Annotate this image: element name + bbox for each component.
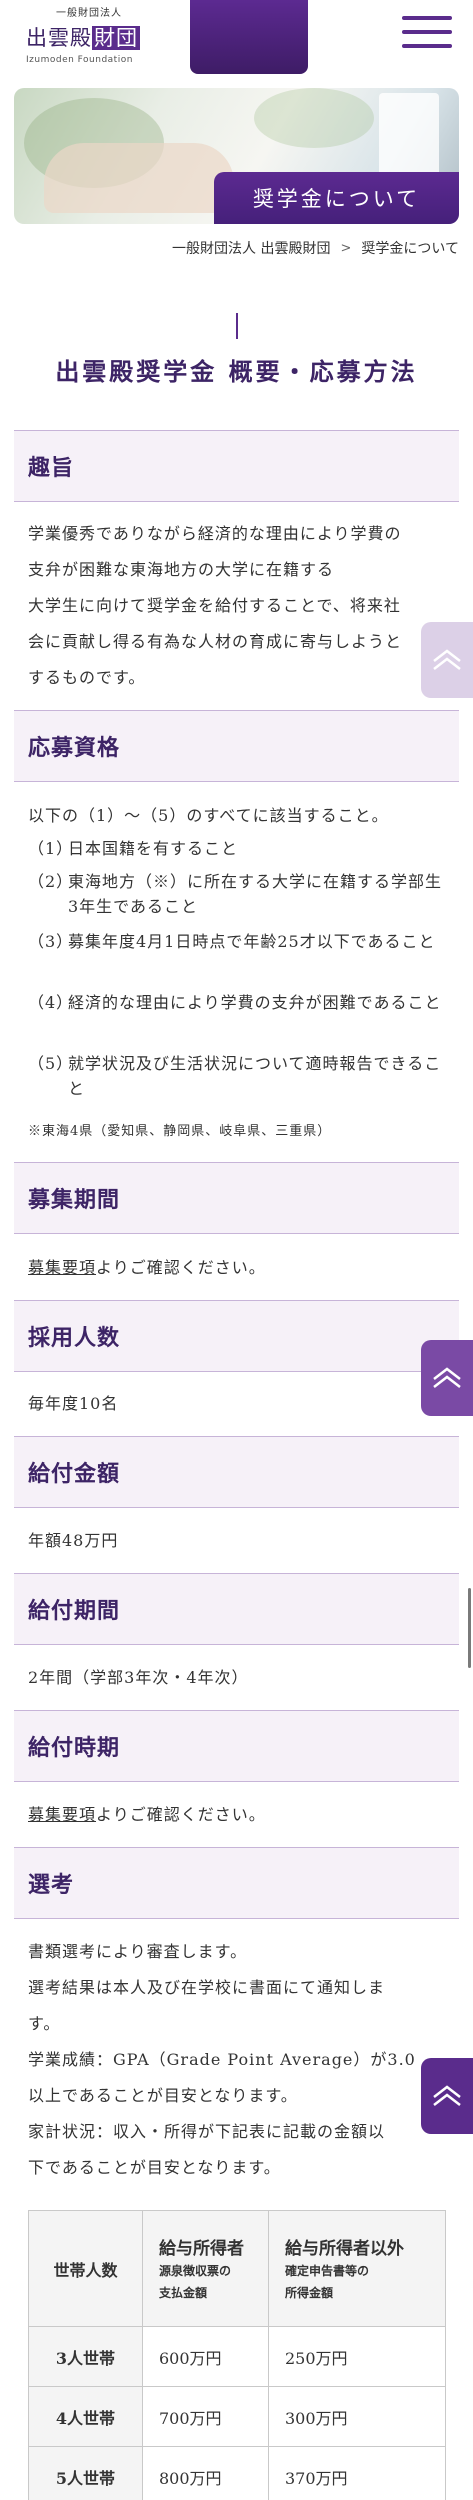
table-header-other: 給与所得者以外 確定申告書等の 所得金額 bbox=[268, 2210, 446, 2327]
breadcrumb-current: 奨学金について bbox=[361, 241, 459, 257]
table-header-size: 世帯人数 bbox=[28, 2210, 143, 2327]
page-title: 出雲殿奨学金 概要・応募方法 bbox=[55, 357, 418, 386]
list-item: （2） 東海地方（※）に所在する大学に在籍する学部生3年生であること bbox=[28, 872, 443, 916]
income-table: 世帯人数 給与所得者 源泉徴収票の 支払金額 給与所得者以外 確定申告書等の 所… bbox=[28, 2210, 446, 2500]
hamburger-icon[interactable] bbox=[402, 14, 452, 50]
jiki-text: 募集要項よりご確認ください。 bbox=[28, 1805, 266, 1824]
site-header: 一般財団法人 出雲殿財団 Izumoden Foundation bbox=[0, 0, 473, 85]
logo-sub-text: Izumoden Foundation bbox=[26, 55, 133, 65]
shikaku-note: ※東海4県（愛知県、静岡県、岐阜県、三重県） bbox=[28, 1124, 332, 1139]
list-item: （4） 経済的な理由により学費の支弁が困難であること bbox=[28, 993, 442, 1012]
section-heading-jiki: 給付時期 bbox=[14, 1710, 459, 1782]
section-heading-kingaku: 給付金額 bbox=[14, 1436, 459, 1508]
list-item: （5） 就学状況及び生活状況について適時報告できること bbox=[28, 1054, 442, 1098]
boshu-yoko-link[interactable]: 募集要項 bbox=[28, 1805, 96, 1824]
header-accent-tab bbox=[190, 0, 308, 74]
title-decoration-line bbox=[236, 313, 238, 339]
table-header-salary: 給与所得者 源泉徴収票の 支払金額 bbox=[142, 2210, 269, 2327]
hero-label: 奨学金について bbox=[214, 172, 459, 224]
shikaku-intro: 以下の（1）～（5）のすべてに該当すること。 bbox=[28, 806, 389, 825]
breadcrumb: 一般財団法人 出雲殿財団 > 奨学金について bbox=[172, 238, 459, 258]
table-row: 4人世帯 700万円 300万円 bbox=[28, 2386, 446, 2447]
table-header-row: 世帯人数 給与所得者 源泉徴収票の 支払金額 給与所得者以外 確定申告書等の 所… bbox=[28, 2210, 446, 2327]
kikan-text: 募集要項よりご確認ください。 bbox=[28, 1258, 266, 1277]
ninzu-text: 毎年度10名 bbox=[28, 1394, 119, 1413]
chevron-up-icon[interactable] bbox=[421, 2058, 473, 2134]
boshu-yoko-link[interactable]: 募集要項 bbox=[28, 1258, 96, 1277]
logo[interactable]: 一般財団法人 出雲殿財団 Izumoden Foundation bbox=[26, 4, 166, 65]
senko-text: 書類選考により審査します。 選考結果は本人及び在学校に書面にて通知しま す。 学… bbox=[28, 1942, 416, 2177]
logo-small-text: 一般財団法人 bbox=[56, 8, 122, 19]
shushi-text: 学業優秀でありながら経済的な理由により学費の 支弁が困難な東海地方の大学に在籍す… bbox=[28, 524, 403, 687]
section-heading-shushi: 趣旨 bbox=[14, 430, 459, 502]
chevron-up-icon[interactable] bbox=[421, 622, 473, 698]
table-row: 5人世帯 800万円 370万円 bbox=[28, 2446, 446, 2500]
section-heading-kikan: 募集期間 bbox=[14, 1162, 459, 1234]
chevron-up-icon[interactable] bbox=[421, 1340, 473, 1416]
table-row: 3人世帯 600万円 250万円 bbox=[28, 2326, 446, 2387]
section-heading-shikaku: 応募資格 bbox=[14, 710, 459, 782]
breadcrumb-home[interactable]: 一般財団法人 出雲殿財団 bbox=[172, 238, 330, 258]
chevron-right-icon: > bbox=[340, 240, 352, 256]
kingaku-text: 年額48万円 bbox=[28, 1531, 119, 1550]
list-item: （1） 日本国籍を有すること bbox=[28, 839, 239, 858]
section-heading-senko: 選考 bbox=[14, 1847, 459, 1919]
logo-main-text: 出雲殿財団 bbox=[26, 26, 140, 50]
kyufu-kikan-text: 2年間（学部3年次・4年次） bbox=[28, 1668, 249, 1687]
section-heading-kyufu-kikan: 給付期間 bbox=[14, 1573, 459, 1645]
section-heading-ninzu: 採用人数 bbox=[14, 1300, 459, 1372]
scrollbar[interactable] bbox=[468, 1588, 471, 1668]
list-item: （3） 募集年度4月1日時点で年齢25才以下であること bbox=[28, 932, 436, 951]
